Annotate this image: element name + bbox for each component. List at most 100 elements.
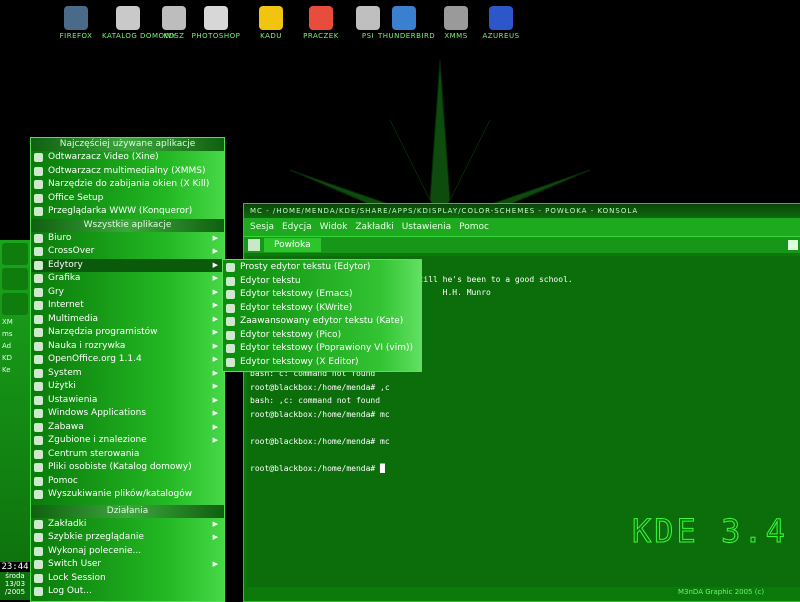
- taskbar-button[interactable]: ms: [2, 330, 30, 342]
- taskbar-button[interactable]: Ad: [2, 342, 30, 354]
- menu-item[interactable]: Biuro ▶: [31, 232, 224, 246]
- xmms-icon: [444, 6, 468, 30]
- menu-sesja[interactable]: Sesja: [250, 222, 274, 232]
- menu-item[interactable]: Szybkie przeglądanie ▶: [31, 531, 224, 545]
- menu-item[interactable]: Edytor tekstowy (X Editor): [223, 356, 421, 370]
- menu-item[interactable]: Zgubione i znalezione ▶: [31, 434, 224, 448]
- menu-item[interactable]: Edytory ▶: [31, 258, 224, 272]
- terminal-line: root@blackbox:/home/menda# █: [250, 463, 385, 473]
- menu-item-label: Zakładki: [48, 518, 87, 529]
- menu-item[interactable]: Użytki ▶: [31, 380, 224, 394]
- menu-item[interactable]: Wyszukiwanie plików/katalogów: [31, 488, 224, 502]
- home-folder-icon: [116, 6, 140, 30]
- desktop-shortcut[interactable]: KATALOG DOMOWY: [102, 6, 177, 40]
- submenu-arrow-icon: ▶: [212, 368, 218, 377]
- desktop-shortcut[interactable]: KADU: [245, 6, 297, 40]
- menu-item[interactable]: Prosty edytor tekstu (Edytor): [223, 261, 421, 275]
- menu-item[interactable]: Wykonaj polecenie...: [31, 545, 224, 559]
- k-menu-button[interactable]: [2, 243, 28, 265]
- menu-item[interactable]: Narzędzia programistów ▶: [31, 326, 224, 340]
- clock[interactable]: 23:44 środa 13/03 /2005: [0, 562, 30, 596]
- desktop-icon[interactable]: [2, 293, 28, 315]
- window-title[interactable]: MC - /HOME/MENDA/KDE/SHARE/APPS/KDISPLAY…: [244, 204, 800, 218]
- section-header-recent: Najczęściej używane aplikacje: [31, 138, 224, 151]
- submenu-arrow-icon: ▶: [212, 409, 218, 417]
- taskbar-button[interactable]: KD: [2, 354, 30, 366]
- menu-widok[interactable]: Widok: [320, 222, 348, 232]
- taskbar: XM ms Ad KD Ke: [0, 318, 30, 378]
- menu-item[interactable]: System ▶: [31, 367, 224, 381]
- desktop-shortcut[interactable]: FIREFOX: [50, 6, 102, 40]
- app-icon: [34, 193, 43, 203]
- menu-item-label: Biuro: [48, 232, 72, 243]
- app-icon: [34, 314, 43, 324]
- menu-item-label: Edytor tekstowy (Poprawiony VI (vim)): [240, 343, 413, 353]
- app-icon: [34, 463, 43, 472]
- menu-item[interactable]: Narzędzie do zabijania okien (X Kill): [31, 178, 224, 192]
- menu-item[interactable]: Edytor tekstowy (Emacs): [223, 288, 421, 302]
- menu-item[interactable]: Nauka i rozrywka ▶: [31, 340, 224, 354]
- app-icon: [34, 328, 43, 337]
- app-icon: [34, 287, 43, 297]
- menu-item[interactable]: CrossOver ▶: [31, 245, 224, 259]
- menu-item[interactable]: Zakładki ▶: [31, 518, 224, 532]
- menu-item-label: Odtwarzacz multimedialny (XMMS): [48, 165, 206, 176]
- menu-item[interactable]: Zaawansowany edytor tekstu (Kate): [223, 315, 421, 329]
- menu-item[interactable]: Lock Session: [31, 572, 224, 586]
- menu-ustawienia[interactable]: Ustawienia: [402, 222, 451, 232]
- menu-item[interactable]: Grafika ▶: [31, 272, 224, 286]
- menu-item[interactable]: Edytor tekstowy (Pico): [223, 329, 421, 343]
- menu-edycja[interactable]: Edycja: [282, 222, 312, 232]
- app-icon: [34, 490, 43, 499]
- menu-item[interactable]: Log Out...: [31, 585, 224, 599]
- app-icon: [34, 560, 43, 569]
- menu-zakladki[interactable]: Zakładki: [355, 222, 393, 232]
- menu-item[interactable]: Gry ▶: [31, 286, 224, 300]
- desktop-shortcut[interactable]: THUNDERBIRD: [378, 6, 435, 40]
- menu-item-label: Log Out...: [48, 586, 92, 596]
- menu-item[interactable]: Windows Applications ▶: [31, 407, 224, 421]
- submenu-arrow-icon: ▶: [212, 341, 218, 350]
- submenu-arrow-icon: ▶: [212, 395, 218, 404]
- app-icon: [34, 573, 43, 583]
- taskbar-button[interactable]: Ke: [2, 366, 30, 378]
- menu-item[interactable]: Edytor tekstowy (Poprawiony VI (vim)): [223, 342, 421, 356]
- menu-item[interactable]: Edytor tekstu: [223, 275, 421, 289]
- tools-icon[interactable]: [2, 268, 28, 290]
- menu-item[interactable]: Switch User ▶: [31, 558, 224, 572]
- new-session-icon[interactable]: [248, 239, 260, 251]
- photoshop-icon: [204, 6, 228, 30]
- menu-item[interactable]: OpenOffice.org 1.1.4 ▶: [31, 353, 224, 367]
- menu-item[interactable]: Przeglądarka WWW (Konqueror): [31, 205, 224, 219]
- calendar-icon: [309, 6, 333, 30]
- menu-item[interactable]: Odtwarzacz Video (Xine): [31, 151, 224, 165]
- app-icon: [34, 274, 43, 283]
- menu-pomoc[interactable]: Pomoc: [459, 222, 489, 232]
- taskbar-button[interactable]: XM: [2, 318, 30, 330]
- menu-item[interactable]: Multimedia ▶: [31, 313, 224, 327]
- menu-item[interactable]: Internet ▶: [31, 299, 224, 313]
- menu-item[interactable]: Centrum sterowania: [31, 448, 224, 462]
- menu-item-label: Przeglądarka WWW (Konqueror): [48, 206, 193, 216]
- desktop-shortcut-label: KATALOG DOMOWY: [102, 32, 177, 40]
- menu-item[interactable]: Ustawienia ▶: [31, 394, 224, 408]
- menu-item-label: Windows Applications: [48, 408, 147, 418]
- desktop-shortcut[interactable]: PHOTOSHOP: [190, 6, 242, 40]
- app-icon: [226, 357, 235, 367]
- desktop-shortcut[interactable]: AZUREUS: [475, 6, 527, 40]
- app-icon: [34, 519, 43, 529]
- menu-item[interactable]: Pomoc: [31, 475, 224, 489]
- desktop-shortcut[interactable]: PRACZEK: [295, 6, 347, 40]
- menu-item[interactable]: Zabawa ▶: [31, 421, 224, 435]
- menu-item[interactable]: Odtwarzacz multimedialny (XMMS): [31, 165, 224, 179]
- tab-powloka[interactable]: Powłoka: [264, 238, 321, 252]
- section-header-actions: Działania: [31, 504, 224, 518]
- menu-item[interactable]: Edytor tekstowy (KWrite): [223, 302, 421, 316]
- app-icon: [34, 153, 43, 162]
- menu-item-label: Użytki: [48, 381, 76, 391]
- menu-item-label: Zabawa: [48, 421, 84, 432]
- clock-date: 13/03: [4, 580, 26, 588]
- close-icon[interactable]: [788, 240, 798, 250]
- menu-item[interactable]: Office Setup: [31, 192, 224, 206]
- menu-item[interactable]: Pliki osobiste (Katalog domowy): [31, 461, 224, 475]
